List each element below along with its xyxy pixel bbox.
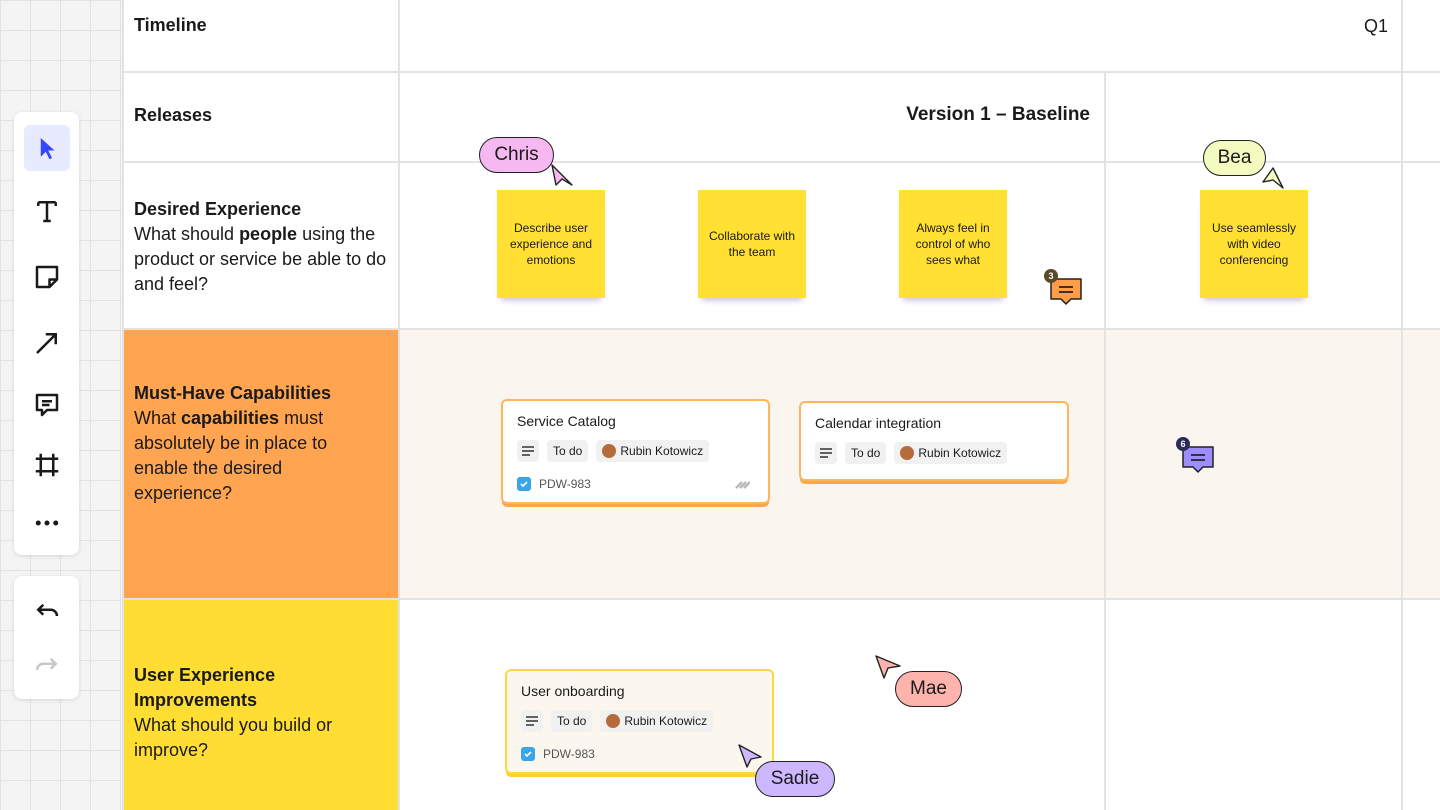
checkbox-icon[interactable] [521, 747, 535, 761]
quarter-label: Q1 [1364, 16, 1389, 36]
ux-improvements-label: User Experience Improvements What should… [134, 663, 364, 763]
comment-count-badge: 3 [1044, 269, 1058, 283]
undo-icon[interactable] [24, 588, 70, 634]
card-user-onboarding[interactable]: User onboarding To do Rubin Kotowicz PDW… [505, 669, 774, 774]
sticky-note[interactable]: Collaborate with the team [698, 190, 806, 298]
avatar [606, 714, 621, 728]
grid-line [123, 71, 1440, 73]
assignee-name: Rubin Kotowicz [918, 446, 1002, 460]
status-chip[interactable]: To do [547, 440, 589, 462]
assignee-name: Rubin Kotowicz [620, 444, 704, 458]
grid-line [398, 0, 400, 810]
card-title: Service Catalog [517, 413, 616, 429]
description-icon [521, 710, 543, 732]
history-toolbar [14, 576, 79, 699]
card-meta: To do Rubin Kotowicz [517, 440, 710, 462]
redo-icon[interactable] [24, 642, 70, 688]
avatar [900, 446, 915, 460]
row-title: Desired Experience [134, 199, 302, 219]
grid-line [122, 0, 124, 810]
description-icon [517, 440, 539, 462]
row-text: What should you build or improve? [134, 715, 333, 760]
comment-icon[interactable] [24, 382, 70, 428]
grid-line [123, 598, 1440, 600]
assignee-chip[interactable]: Rubin Kotowicz [600, 710, 714, 732]
assignee-name: Rubin Kotowicz [624, 714, 708, 728]
collaborator-tag-chris: Chris [479, 137, 554, 173]
comment-count-badge: 6 [1176, 437, 1190, 451]
frame-icon[interactable] [24, 442, 70, 488]
must-have-label: Must-Have Capabilities What capabilities… [134, 381, 369, 506]
main-toolbar [14, 112, 79, 555]
more-icon[interactable] [24, 500, 70, 546]
row-text: What [134, 408, 182, 428]
desired-experience-label: Desired Experience What should people us… [134, 197, 389, 297]
status-chip[interactable]: To do [551, 710, 593, 732]
sticky-note-icon[interactable] [24, 254, 70, 300]
grid-line [1104, 72, 1106, 810]
card-title: User onboarding [521, 683, 625, 699]
card-meta: To do Rubin Kotowicz [815, 442, 1008, 464]
card-title: Calendar integration [815, 415, 942, 431]
ticket-ref: PDW-983 [521, 747, 595, 761]
collaborator-cursor-icon [738, 744, 762, 768]
description-icon [815, 442, 837, 464]
row-title: Must-Have Capabilities [134, 383, 332, 403]
comment-thread[interactable]: 6 [1176, 437, 1215, 480]
sticky-note[interactable]: Describe user experience and emotions [497, 190, 605, 298]
grid-line [123, 328, 1440, 330]
sticky-note[interactable]: Always feel in control of who sees what [899, 190, 1007, 298]
sticky-note[interactable]: Use seamlessly with video conferencing [1200, 190, 1308, 298]
row-text: What should [134, 224, 240, 244]
release-name: Version 1 – Baseline [906, 104, 1090, 125]
comment-thread[interactable]: 3 [1044, 269, 1083, 312]
jira-icon [735, 481, 750, 489]
ticket-ref: PDW-983 [517, 477, 591, 491]
arrow-icon[interactable] [24, 320, 70, 366]
collaborator-tag-mae: Mae [895, 671, 962, 707]
checkbox-icon[interactable] [517, 477, 531, 491]
row-emphasis: people [239, 224, 298, 244]
assignee-chip[interactable]: Rubin Kotowicz [596, 440, 710, 462]
card-service-catalog[interactable]: Service Catalog To do Rubin Kotowicz PDW… [501, 399, 770, 504]
collaborator-tag-sadie: Sadie [755, 761, 835, 797]
ticket-id[interactable]: PDW-983 [539, 477, 591, 491]
ticket-id[interactable]: PDW-983 [543, 747, 595, 761]
text-icon[interactable] [24, 188, 70, 234]
collaborator-cursor-icon [1262, 167, 1284, 189]
card-calendar-integration[interactable]: Calendar integration To do Rubin Kotowic… [799, 401, 1069, 481]
collaborator-cursor-icon [875, 655, 901, 679]
status-chip[interactable]: To do [845, 442, 887, 464]
timeline-label: Timeline [134, 15, 207, 35]
card-meta: To do Rubin Kotowicz [521, 710, 714, 732]
releases-label: Releases [134, 105, 213, 125]
row-emphasis: capabilities [181, 408, 280, 428]
collaborator-cursor-icon [551, 164, 573, 186]
avatar [602, 444, 617, 458]
select-cursor-icon[interactable] [24, 125, 70, 171]
grid-line [1401, 0, 1403, 810]
row-title: User Experience Improvements [134, 665, 276, 710]
assignee-chip[interactable]: Rubin Kotowicz [894, 442, 1008, 464]
collaborator-tag-bea: Bea [1203, 140, 1266, 176]
